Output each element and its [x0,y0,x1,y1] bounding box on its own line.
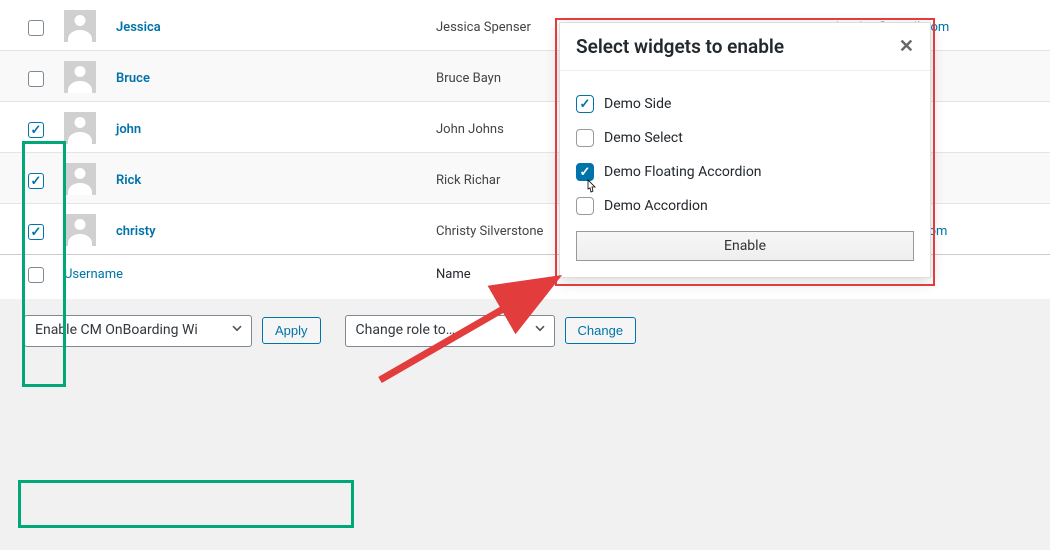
username-link[interactable]: john [116,122,141,137]
annotation-highlight [18,480,354,528]
username-link[interactable]: Bruce [116,71,150,86]
select-widgets-modal: Select widgets to enable ✕ Demo SideDemo… [559,22,931,278]
row-checkbox[interactable] [28,224,44,240]
widget-label: Demo Select [604,130,683,146]
row-checkbox[interactable] [28,122,44,138]
widget-item[interactable]: Demo Select [576,121,914,155]
modal-title: Select widgets to enable [576,35,784,58]
apply-button[interactable]: Apply [262,317,321,344]
avatar [64,112,96,144]
bulk-action-select[interactable]: Enable CM OnBoarding Wi [24,315,252,347]
select-all-checkbox[interactable] [28,267,44,283]
widget-label: Demo Accordion [604,198,708,214]
widget-checkbox[interactable] [576,163,594,181]
widget-item[interactable]: Demo Floating Accordion [576,155,914,189]
change-button[interactable]: Change [565,317,637,344]
row-checkbox[interactable] [28,20,44,36]
avatar [64,61,96,93]
avatar [64,214,96,246]
row-checkbox[interactable] [28,71,44,87]
bulk-action-value: Enable CM OnBoarding Wi [35,321,198,341]
column-username[interactable]: Username [54,255,426,300]
username-link[interactable]: Rick [116,173,141,188]
widget-checkbox[interactable] [576,129,594,147]
avatar [64,10,96,42]
close-icon[interactable]: ✕ [899,36,914,57]
widget-item[interactable]: Demo Side [576,87,914,121]
chevron-down-icon [231,321,243,341]
widget-label: Demo Side [604,96,671,112]
row-checkbox[interactable] [28,173,44,189]
username-link[interactable]: Jessica [116,20,161,35]
modal-body: Demo Side Demo Select Demo Floating Accord… [560,71,930,277]
widget-item[interactable]: Demo Accordion [576,189,914,223]
chevron-down-icon [534,321,546,341]
username-link[interactable]: christy [116,224,156,239]
modal-header: Select widgets to enable ✕ [560,23,930,71]
change-role-value: Change role to… [356,321,456,341]
widget-checkbox[interactable] [576,197,594,215]
enable-button[interactable]: Enable [576,231,914,261]
bulk-actions-bar: Enable CM OnBoarding Wi Apply Change rol… [0,299,1050,363]
avatar [64,163,96,195]
widget-label: Demo Floating Accordion [604,164,762,180]
change-role-select[interactable]: Change role to… [345,315,555,347]
footer-select-all[interactable] [0,255,54,300]
widget-checkbox[interactable] [576,95,594,113]
